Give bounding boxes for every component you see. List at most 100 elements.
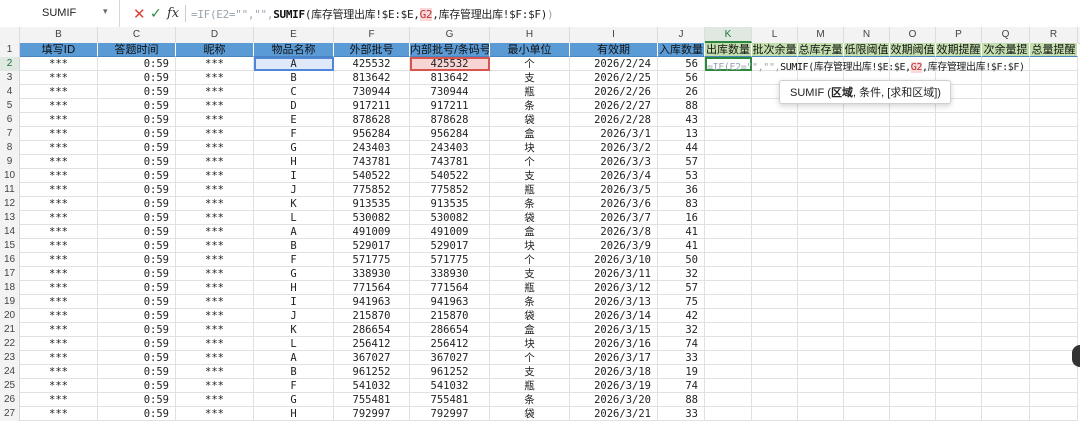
cell-empty[interactable] — [1030, 323, 1078, 337]
cell-empty[interactable] — [1030, 113, 1078, 127]
cell-exp[interactable]: 2026/3/17 — [570, 351, 658, 365]
cell-qty[interactable]: 41 — [658, 239, 705, 253]
cell-qty[interactable]: 88 — [658, 99, 705, 113]
cell-int[interactable]: 541032 — [410, 379, 490, 393]
cell-empty[interactable] — [982, 281, 1030, 295]
row-header[interactable]: 21 — [0, 323, 20, 337]
cell-qty[interactable]: 44 — [658, 141, 705, 155]
cell-empty[interactable] — [844, 169, 890, 183]
cell-empty[interactable] — [936, 295, 982, 309]
cell-empty[interactable] — [798, 155, 844, 169]
header-cell[interactable]: 填写ID — [20, 43, 98, 57]
cell-t[interactable]: 0:59 — [98, 267, 176, 281]
cell-empty[interactable] — [798, 407, 844, 421]
cell-name[interactable]: K — [254, 197, 334, 211]
cell-ext[interactable]: 571775 — [334, 253, 410, 267]
cell-empty[interactable] — [798, 337, 844, 351]
cell-nick[interactable]: *** — [176, 71, 254, 85]
cell-unit[interactable]: 瓶 — [490, 281, 570, 295]
cell-empty[interactable] — [844, 155, 890, 169]
cell-empty[interactable] — [936, 379, 982, 393]
cell-unit[interactable]: 支 — [490, 169, 570, 183]
cell-ext[interactable]: 541032 — [334, 379, 410, 393]
cell-id[interactable]: *** — [20, 197, 98, 211]
header-cell[interactable]: 入库数量 — [658, 43, 705, 57]
cell-empty[interactable] — [890, 113, 936, 127]
cell-t[interactable]: 0:59 — [98, 155, 176, 169]
cell-empty[interactable] — [890, 169, 936, 183]
cell-int[interactable]: 917211 — [410, 99, 490, 113]
cell-exp[interactable]: 2026/3/10 — [570, 253, 658, 267]
cell-t[interactable]: 0:59 — [98, 113, 176, 127]
cell-name[interactable]: B — [254, 71, 334, 85]
cell-empty[interactable] — [890, 337, 936, 351]
cell-exp[interactable]: 2026/3/19 — [570, 379, 658, 393]
cell-id[interactable]: *** — [20, 309, 98, 323]
cell-id[interactable]: *** — [20, 393, 98, 407]
cell-unit[interactable]: 支 — [490, 365, 570, 379]
cell-empty[interactable] — [752, 141, 798, 155]
cell-empty[interactable] — [705, 309, 752, 323]
name-box[interactable]: SUMIF ▾ — [0, 0, 120, 27]
cell-empty[interactable] — [890, 197, 936, 211]
row-header[interactable]: 17 — [0, 267, 20, 281]
cell-qty[interactable]: 74 — [658, 379, 705, 393]
cell-nick[interactable]: *** — [176, 169, 254, 183]
cell-empty[interactable] — [890, 141, 936, 155]
cell-empty[interactable] — [936, 197, 982, 211]
cell-empty[interactable] — [982, 337, 1030, 351]
cell-exp[interactable]: 2026/2/28 — [570, 113, 658, 127]
cell-ext[interactable]: 338930 — [334, 267, 410, 281]
cell-nick[interactable]: *** — [176, 225, 254, 239]
cell-t[interactable]: 0:59 — [98, 309, 176, 323]
cell-qty[interactable]: 57 — [658, 155, 705, 169]
cell-int[interactable]: 941963 — [410, 295, 490, 309]
cell-unit[interactable]: 袋 — [490, 113, 570, 127]
cell-empty[interactable] — [890, 309, 936, 323]
cell-int[interactable]: 743781 — [410, 155, 490, 169]
cell-empty[interactable] — [936, 169, 982, 183]
cell-t[interactable]: 0:59 — [98, 57, 176, 71]
cell-empty[interactable] — [705, 211, 752, 225]
cell-empty[interactable] — [798, 281, 844, 295]
cell-unit[interactable]: 个 — [490, 155, 570, 169]
cell-t[interactable]: 0:59 — [98, 407, 176, 421]
cell-nick[interactable]: *** — [176, 253, 254, 267]
cell-empty[interactable] — [705, 99, 752, 113]
cell-empty[interactable] — [752, 127, 798, 141]
column-header-C[interactable]: C — [98, 27, 176, 43]
cell-qty[interactable]: 88 — [658, 393, 705, 407]
cell-name[interactable]: K — [254, 323, 334, 337]
cell-empty[interactable] — [982, 225, 1030, 239]
cell-int[interactable]: 530082 — [410, 211, 490, 225]
cell-empty[interactable] — [890, 295, 936, 309]
cell-t[interactable]: 0:59 — [98, 323, 176, 337]
cell-int[interactable]: 367027 — [410, 351, 490, 365]
header-cell[interactable]: 效期提醒 — [936, 43, 982, 57]
cell-empty[interactable] — [705, 393, 752, 407]
cell-exp[interactable]: 2026/3/13 — [570, 295, 658, 309]
cell-ext[interactable]: 286654 — [334, 323, 410, 337]
cell-exp[interactable]: 2026/3/6 — [570, 197, 658, 211]
row-header[interactable]: 9 — [0, 155, 20, 169]
cell-ext[interactable]: 913535 — [334, 197, 410, 211]
cell-empty[interactable] — [798, 127, 844, 141]
cell-nick[interactable]: *** — [176, 127, 254, 141]
cell-empty[interactable] — [936, 281, 982, 295]
cell-int[interactable]: 243403 — [410, 141, 490, 155]
cell-t[interactable]: 0:59 — [98, 337, 176, 351]
cell-int[interactable]: 913535 — [410, 197, 490, 211]
cell-empty[interactable] — [982, 365, 1030, 379]
row-header[interactable]: 14 — [0, 225, 20, 239]
row-header[interactable]: 12 — [0, 197, 20, 211]
cell-empty[interactable] — [1030, 211, 1078, 225]
cell-empty[interactable] — [705, 127, 752, 141]
cell-name[interactable]: B — [254, 239, 334, 253]
column-header-G[interactable]: G — [410, 27, 490, 43]
header-cell[interactable]: 最小单位 — [490, 43, 570, 57]
cell-empty[interactable] — [1030, 337, 1078, 351]
cell-ext[interactable]: 792997 — [334, 407, 410, 421]
cell-empty[interactable] — [982, 155, 1030, 169]
cell-ext[interactable]: 256412 — [334, 337, 410, 351]
cell-exp[interactable]: 2026/3/9 — [570, 239, 658, 253]
